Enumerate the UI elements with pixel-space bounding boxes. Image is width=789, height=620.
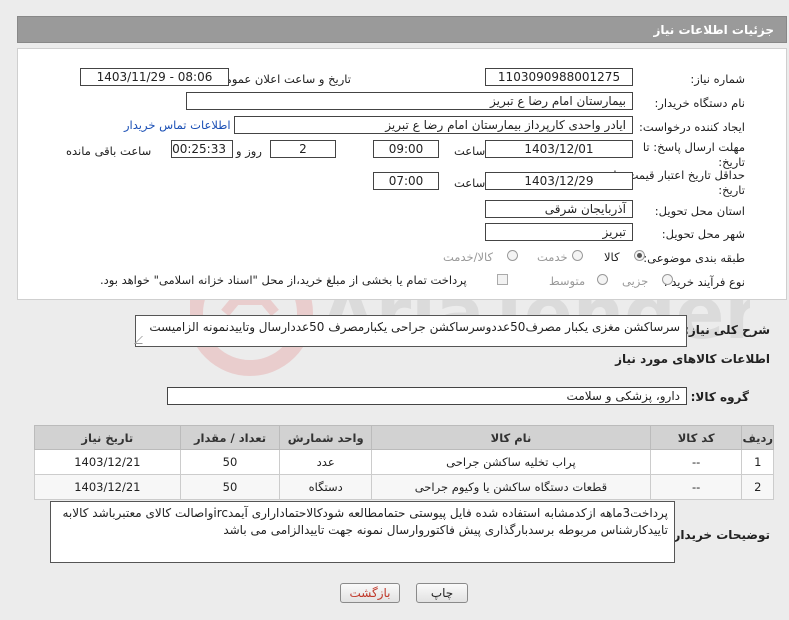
cell-date: 1403/12/21 bbox=[34, 474, 181, 500]
cell-code: -- bbox=[649, 474, 743, 500]
announce-label: تاریخ و ساعت اعلان عمومی: bbox=[212, 72, 351, 86]
validity-time-field[interactable]: 07:00 bbox=[373, 172, 439, 190]
treasury-payment-checkbox[interactable] bbox=[497, 274, 508, 285]
table-header-row: ردیف کد کالا نام کالا واحد شمارش تعداد /… bbox=[34, 425, 774, 450]
cell-unit: دستگاه bbox=[279, 474, 373, 500]
col-header-name: نام کالا bbox=[371, 425, 651, 450]
cell-name: پراب تخلیه ساکشن جراحی bbox=[371, 449, 651, 475]
summary-text: سرساکشن مغزی یکبار مصرف50عددوسرساکشن جرا… bbox=[149, 320, 680, 334]
summary-label: شرح کلی نیاز: bbox=[684, 323, 770, 337]
summary-textarea[interactable]: سرساکشن مغزی یکبار مصرف50عددوسرساکشن جرا… bbox=[134, 315, 687, 347]
validity-date-field[interactable]: 1403/12/29 bbox=[485, 172, 633, 190]
requester-field[interactable]: ایادر واحدی کارپرداز بیمارستان امام رضا … bbox=[234, 116, 633, 134]
category-goods-label: کالا bbox=[604, 250, 620, 264]
col-header-qty: تعداد / مقدار bbox=[179, 425, 281, 450]
cell-unit: عدد bbox=[279, 449, 373, 475]
cell-name: قطعات دستگاه ساکشن یا وکیوم جراحی bbox=[371, 474, 651, 500]
city-label: شهر محل تحویل: bbox=[661, 227, 745, 241]
cell-row-no: 1 bbox=[741, 449, 774, 475]
process-radio-medium[interactable] bbox=[597, 274, 608, 285]
goods-section-title: اطلاعات کالاهای مورد نیاز bbox=[615, 352, 770, 366]
need-number-field[interactable]: 1103090988001275 bbox=[485, 68, 633, 86]
province-label: استان محل تحویل: bbox=[654, 204, 745, 218]
province-field[interactable]: آذربایجان شرقی bbox=[485, 200, 633, 218]
category-radio-service[interactable] bbox=[572, 250, 583, 261]
remaining-time-field[interactable]: 00:25:33 bbox=[171, 140, 233, 158]
resize-grip-icon[interactable] bbox=[134, 336, 150, 344]
validity-time-label: ساعت bbox=[454, 176, 486, 190]
page-header: جزئیات اطلاعات نیاز bbox=[17, 16, 787, 43]
category-radio-goods[interactable] bbox=[634, 250, 645, 261]
cell-row-no: 2 bbox=[741, 474, 774, 500]
cell-date: 1403/12/21 bbox=[34, 449, 181, 475]
deadline-time-label: ساعت bbox=[454, 144, 486, 158]
deadline-date-field[interactable]: 1403/12/01 bbox=[485, 140, 633, 158]
back-button[interactable]: بازگشت bbox=[340, 583, 400, 603]
deadline-time-field[interactable]: 09:00 bbox=[373, 140, 439, 158]
print-button[interactable]: چاپ bbox=[416, 583, 468, 603]
days-field[interactable]: 2 bbox=[270, 140, 336, 158]
category-radio-both[interactable] bbox=[507, 250, 518, 261]
col-header-row-no: ردیف bbox=[741, 425, 774, 450]
buyer-org-field[interactable]: بیمارستان امام رضا ع تبریز bbox=[186, 92, 633, 110]
goods-group-label: گروه کالا: bbox=[690, 390, 749, 404]
cell-qty: 50 bbox=[179, 474, 281, 500]
process-medium-label: متوسط bbox=[549, 274, 586, 288]
announce-field[interactable]: 1403/11/29 - 08:06 bbox=[80, 68, 229, 86]
cell-code: -- bbox=[649, 449, 743, 475]
process-radio-minor[interactable] bbox=[662, 274, 673, 285]
remaining-label: ساعت باقی مانده bbox=[66, 144, 152, 158]
goods-group-field[interactable]: دارو، پزشکی و سلامت bbox=[167, 387, 687, 405]
buyer-notes-label: توضیحات خریدار: bbox=[668, 528, 770, 542]
category-service-label: خدمت bbox=[537, 250, 568, 264]
contact-buyer-link[interactable]: اطلاعات تماس خریدار bbox=[124, 118, 231, 132]
payment-note: پرداخت تمام یا بخشی از مبلغ خرید،از محل … bbox=[100, 273, 467, 287]
category-both-label: کالا/خدمت bbox=[443, 250, 494, 264]
goods-table: ردیف کد کالا نام کالا واحد شمارش تعداد /… bbox=[34, 425, 774, 500]
days-label: روز و bbox=[236, 144, 262, 158]
page-title: جزئیات اطلاعات نیاز bbox=[653, 23, 774, 37]
deadline-label: مهلت ارسال پاسخ: تا تاریخ: bbox=[642, 140, 745, 169]
category-label: طبقه بندی موضوعی: bbox=[643, 251, 745, 265]
col-header-code: کد کالا bbox=[649, 425, 743, 450]
buyer-org-label: نام دستگاه خریدار: bbox=[654, 96, 745, 110]
city-field[interactable]: تبریز bbox=[485, 223, 633, 241]
buyer-notes-textarea[interactable]: پرداخت3ماهه ازکدمشابه استفاده شده فایل پ… bbox=[50, 501, 675, 563]
buyer-notes-text: پرداخت3ماهه ازکدمشابه استفاده شده فایل پ… bbox=[62, 506, 668, 537]
col-header-unit: واحد شمارش bbox=[279, 425, 373, 450]
table-row[interactable]: 2 -- قطعات دستگاه ساکشن یا وکیوم جراحی د… bbox=[34, 474, 774, 500]
table-row[interactable]: 1 -- پراب تخلیه ساکشن جراحی عدد 50 1403/… bbox=[34, 449, 774, 475]
col-header-date: تاریخ نیاز bbox=[34, 425, 181, 450]
process-minor-label: جزیی bbox=[622, 274, 649, 288]
need-number-label: شماره نیاز: bbox=[690, 72, 745, 86]
process-label: نوع فرآیند خرید : bbox=[663, 275, 745, 289]
cell-qty: 50 bbox=[179, 449, 281, 475]
requester-label: ایجاد کننده درخواست: bbox=[639, 120, 745, 134]
